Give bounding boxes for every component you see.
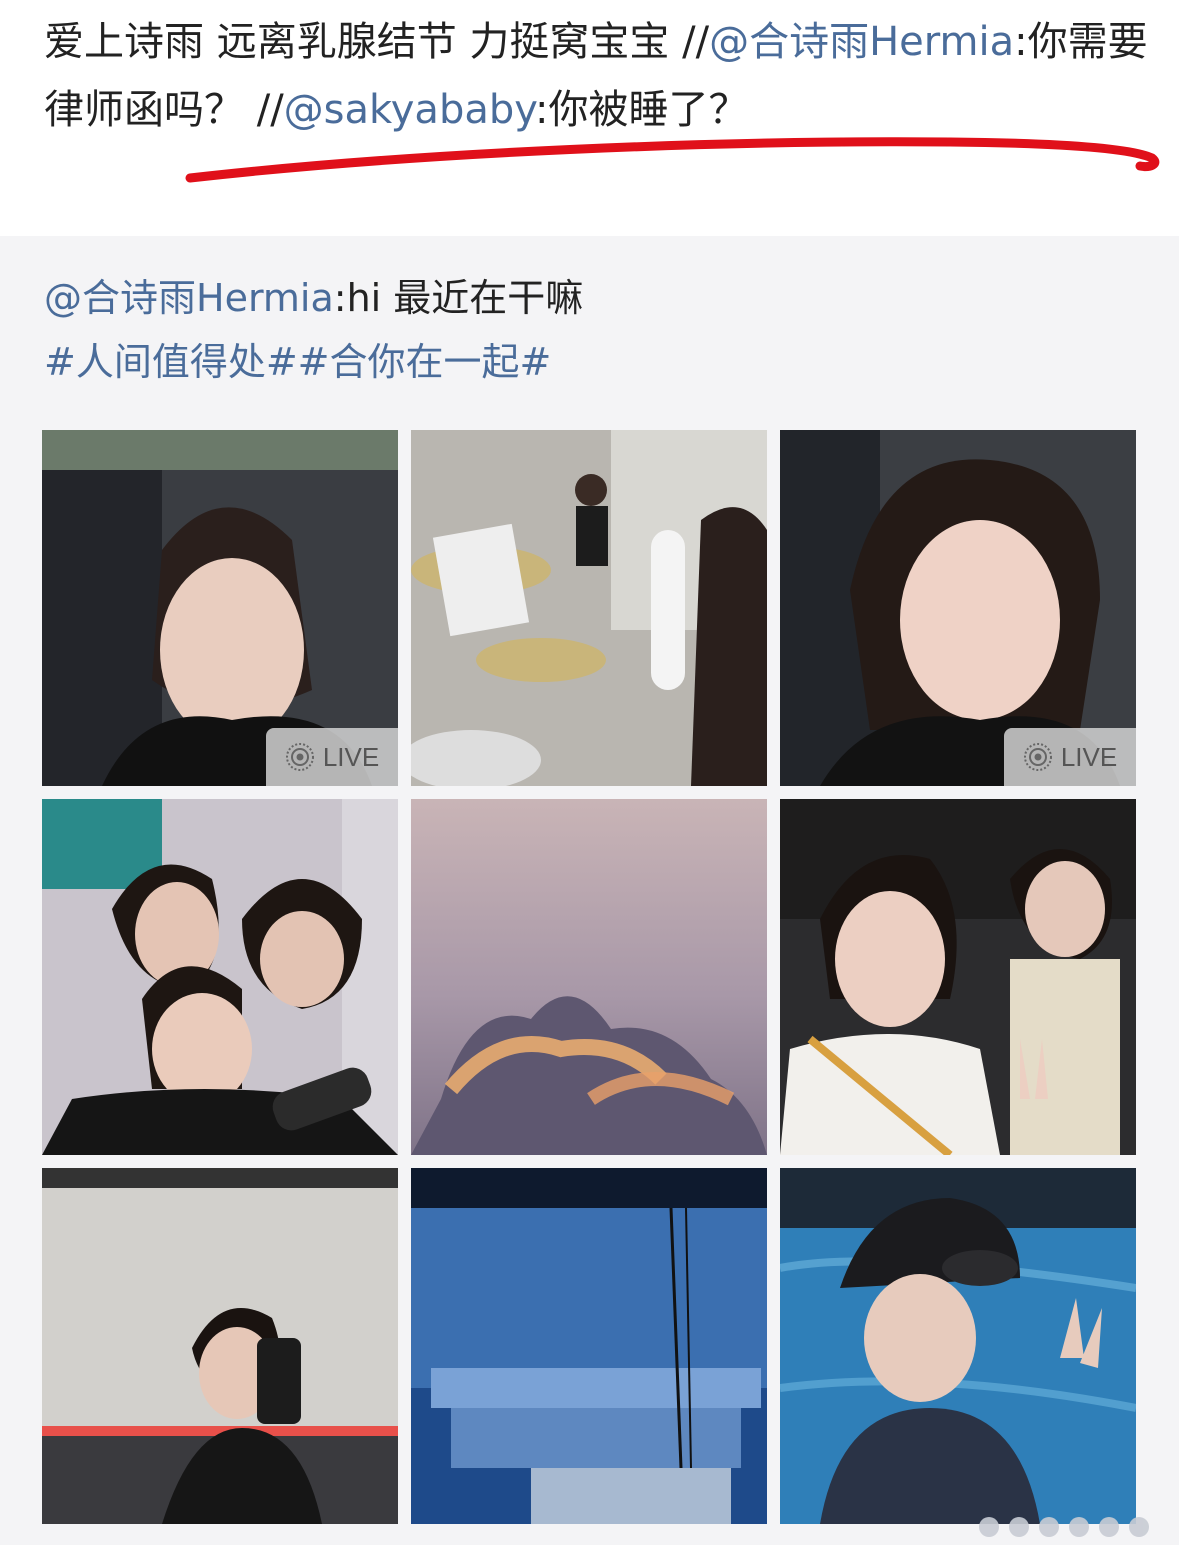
mention-link[interactable]: @合诗雨Hermia <box>709 19 1014 65</box>
photo-thumbnail-8[interactable] <box>411 1168 767 1524</box>
live-badge: LIVE <box>1004 728 1136 786</box>
photo-thumbnail-3[interactable]: LIVE <box>780 430 1136 786</box>
post-body-text: 爱上诗雨 远离乳腺结节 力挺窝宝宝 // <box>44 19 710 65</box>
live-photo-icon <box>1023 743 1052 771</box>
photo-thumbnail-1[interactable]: LIVE <box>42 430 398 786</box>
photo-thumbnail-2[interactable] <box>411 430 767 786</box>
live-label: LIVE <box>322 741 380 772</box>
photo-thumbnail-6[interactable] <box>780 799 1136 1155</box>
live-label: LIVE <box>1060 741 1118 772</box>
photo-thumbnail-9[interactable] <box>780 1168 1136 1524</box>
live-badge: LIVE <box>266 728 398 786</box>
retweet-card[interactable]: @合诗雨Hermia:hi 最近在干嘛 #人间值得处##合你在一起# LIVE <box>0 236 1179 1545</box>
topic-hashtags[interactable]: #人间值得处##合你在一起# <box>44 330 1144 394</box>
post-text: 爱上诗雨 远离乳腺结节 力挺窝宝宝 //@合诗雨Hermia:你需要律师函吗？ … <box>44 8 1154 144</box>
post-body-text: :你被睡了？ <box>535 87 749 133</box>
watermark-logo <box>979 1517 1149 1537</box>
retweet-mention[interactable]: @合诗雨Hermia <box>44 276 334 320</box>
retweet-body: :hi 最近在干嘛 <box>333 276 584 320</box>
photo-thumbnail-7[interactable] <box>42 1168 398 1524</box>
photo-thumbnail-5[interactable] <box>411 799 767 1155</box>
mention-link[interactable]: @sakyababy <box>284 87 535 133</box>
image-grid: LIVE LIVE <box>42 430 1137 1524</box>
retweet-text: @合诗雨Hermia:hi 最近在干嘛 #人间值得处##合你在一起# <box>44 266 1144 394</box>
photo-thumbnail-4[interactable] <box>42 799 398 1155</box>
live-photo-icon <box>285 743 314 771</box>
